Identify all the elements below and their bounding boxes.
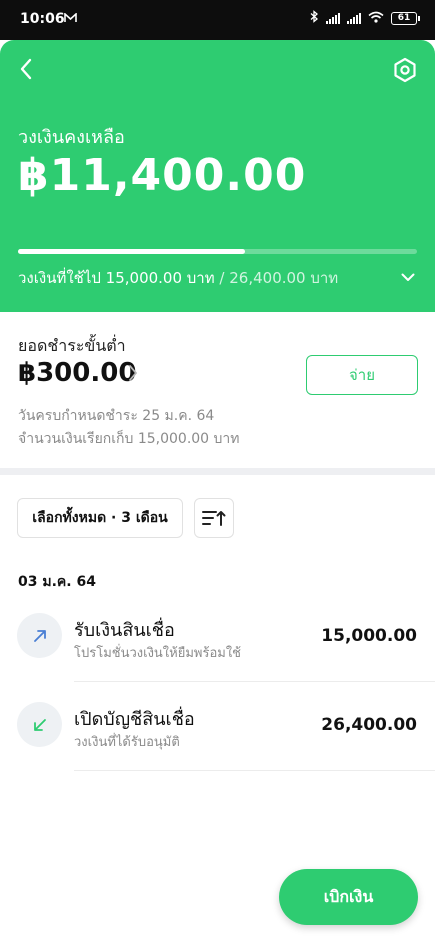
credit-usage-progress [18,249,417,254]
billed-amount-text: จำนวนเงินเรียกเก็บ 15,000.00 บาท [18,431,240,447]
withdraw-button[interactable]: เบิกเงิน [279,869,418,925]
transaction-amount: 15,000.00 [321,626,417,646]
hexagon-settings-icon [394,57,416,83]
status-time: 10:06 [20,11,65,27]
credit-total-label: 26,400.00 บาท [229,269,339,287]
mail-notification-icon [64,12,77,26]
transaction-row[interactable]: เปิดบัญชีสินเชื่อ วงเงินที่ได้รับอนุมัติ… [0,682,435,771]
credit-header: วงเงินคงเหลือ ฿11,400.00 วงเงินที่ใช้ไป … [0,40,435,312]
period-filter-button[interactable]: เลือกทั้งหมด · 3 เดือน [17,498,183,538]
remaining-credit-amount: ฿11,400.00 [18,150,307,201]
chevron-right-icon [129,365,137,381]
settings-button[interactable] [391,56,419,84]
transaction-date-header: 03 ม.ค. 64 [18,574,96,590]
transaction-subtitle: โปรโมชั่นวงเงินให้ยืมพร้อมใช้ [74,646,242,661]
sort-button[interactable] [194,498,234,538]
sort-icon [202,511,226,526]
credit-used-label: วงเงินที่ใช้ไป 15,000.00 บาท [18,269,215,287]
pay-button[interactable]: จ่าย [306,355,418,395]
status-icons: 61 [310,10,420,26]
transaction-title: รับเงินสินเชื่อ [74,620,175,641]
signal-icon-2 [347,12,361,24]
due-date-text: วันครบกำหนดชำระ 25 ม.ค. 64 [18,408,215,424]
credit-used-summary: วงเงินที่ใช้ไป 15,000.00 บาท / 26,400.00… [18,266,338,290]
expand-details-button[interactable] [397,266,419,288]
back-button[interactable] [12,54,40,84]
minimum-payment-label: ยอดชำระขั้นต่ำ [18,336,126,355]
minimum-payment-details-link[interactable] [128,364,142,384]
remaining-credit-label: วงเงินคงเหลือ [18,127,125,148]
payment-section: ยอดชำระขั้นต่ำ ฿300.00 จ่าย วันครบกำหนดช… [0,312,435,468]
transaction-title: เปิดบัญชีสินเชื่อ [74,709,195,730]
transaction-subtitle: วงเงินที่ได้รับอนุมัติ [74,735,180,750]
battery-icon: 61 [391,11,420,25]
status-bar: 10:06 61 [0,0,435,40]
chevron-down-icon [401,273,415,281]
arrow-up-right-icon [33,629,46,642]
transaction-amount: 26,400.00 [321,715,417,735]
screen: 10:06 61 วงเงินคงเหลือ ฿11,400.00 วงเงิน… [0,0,435,942]
wifi-icon [368,11,384,26]
signal-icon [326,12,340,24]
transaction-row[interactable]: รับเงินสินเชื่อ โปรโมชั่นวงเงินให้ยืมพร้… [0,593,435,682]
credit-usage-progress-fill [18,249,245,254]
row-divider [74,770,435,771]
credit-separator: / [219,269,225,287]
chevron-left-icon [20,58,32,80]
transaction-icon-badge [17,613,62,658]
transaction-icon-badge [17,702,62,747]
section-divider [0,468,435,475]
bluetooth-icon [310,10,319,26]
arrow-down-left-icon [33,718,46,731]
minimum-payment-amount: ฿300.00 [18,358,137,388]
